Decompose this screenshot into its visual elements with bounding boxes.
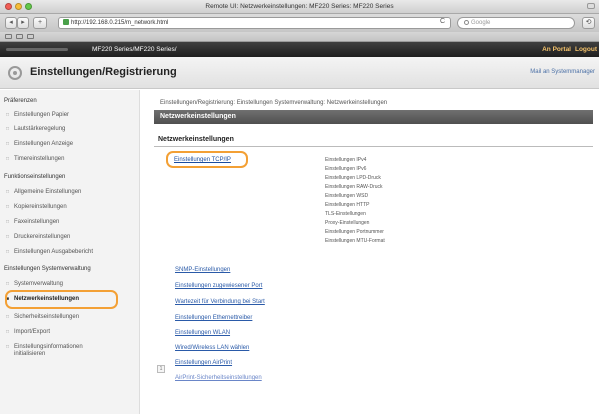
- search-placeholder: Google: [471, 20, 491, 26]
- sidebar-item-papier[interactable]: Einstellungen Papier: [6, 112, 69, 118]
- top-sites-icon[interactable]: [27, 34, 34, 39]
- portal-link[interactable]: An Portal: [542, 42, 571, 57]
- tcp-subitem: TLS-Einstellungen: [325, 211, 366, 217]
- tcp-subitem: Einstellungen MTU-Format: [325, 238, 385, 244]
- site-favicon-icon: [63, 19, 69, 25]
- window-title: Remote UI: Netzwerkeinstellungen: MF220 …: [205, 3, 394, 10]
- mail-system-manager-link[interactable]: Mail an Systemmanager: [530, 69, 595, 75]
- tcp-subitem: Einstellungen RAW-Druck: [325, 184, 383, 190]
- airprint-settings-link[interactable]: Einstellungen AirPrint: [175, 360, 232, 366]
- tcp-subitem: Einstellungen Portnummer: [325, 229, 384, 235]
- tcp-subitem: Einstellungen IPv4: [325, 157, 367, 163]
- add-bookmark-button[interactable]: +: [33, 17, 47, 29]
- tcpip-settings-link[interactable]: Einstellungen TCP/IP: [174, 157, 231, 163]
- fullscreen-icon[interactable]: [587, 3, 595, 9]
- page-title: Einstellungen/Registrierung: [30, 66, 177, 78]
- reader-button[interactable]: ⟲: [582, 17, 595, 29]
- bookmarks-bar: [0, 32, 599, 42]
- search-icon: [464, 20, 469, 25]
- ethernet-driver-link[interactable]: Einstellungen Ethernettreiber: [175, 315, 252, 321]
- back-button[interactable]: ◂: [5, 17, 17, 29]
- wired-wireless-link[interactable]: Wired/Wireless LAN wählen: [175, 345, 249, 351]
- breadcrumb: Einstellungen/Registrierung: Einstellung…: [160, 100, 388, 106]
- main-content: Einstellungen/Registrierung: Einstellung…: [148, 90, 593, 414]
- sidebar: Präferenzen Einstellungen Papier Lautstä…: [0, 90, 140, 414]
- sidebar-item-drucker[interactable]: Druckereinstellungen: [6, 234, 70, 240]
- sidebar-item-fax[interactable]: Faxeinstellungen: [6, 219, 59, 225]
- page-button[interactable]: 1: [157, 365, 165, 373]
- sidebar-item-lautstaerke[interactable]: Lautstärkeregelung: [6, 126, 65, 132]
- tcp-subitem: Einstellungen LPD-Druck: [325, 175, 381, 181]
- reading-list-icon[interactable]: [5, 34, 12, 39]
- search-field[interactable]: Google: [457, 17, 575, 29]
- reload-icon[interactable]: C: [440, 18, 445, 25]
- tcp-subitem: Einstellungen IPv6: [325, 166, 367, 172]
- section-title: Netzwerkeinstellungen: [154, 136, 593, 147]
- device-name: MF220 Series/MF220 Series/: [92, 46, 177, 53]
- sidebar-section-systemverwaltung[interactable]: Einstellungen Systemverwaltung: [4, 266, 91, 272]
- app-header: MF220 Series/MF220 Series/ An Portal Log…: [0, 42, 599, 57]
- sidebar-item-initialisieren[interactable]: Einstellungsinformationen initialisieren: [6, 344, 109, 358]
- tcp-subitem: Einstellungen HTTP: [325, 202, 370, 208]
- sidebar-item-systemverwaltung[interactable]: Systemverwaltung: [6, 281, 63, 287]
- window-titlebar: Remote UI: Netzwerkeinstellungen: MF220 …: [0, 0, 599, 14]
- zoom-window-button[interactable]: [25, 3, 32, 10]
- startup-wait-link[interactable]: Wartezeit für Verbindung bei Start: [175, 299, 265, 305]
- tcp-subitem: Einstellungen WSD: [325, 193, 369, 199]
- gear-icon: [8, 66, 22, 80]
- close-window-button[interactable]: [5, 3, 12, 10]
- tcp-subitem: Proxy-Einstellungen: [325, 220, 370, 226]
- sidebar-item-kopieren[interactable]: Kopiereinstellungen: [6, 204, 67, 210]
- minimize-window-button[interactable]: [15, 3, 22, 10]
- address-bar-url: http://192.168.0.215/m_network.html: [71, 20, 169, 26]
- sidebar-item-anzeige[interactable]: Einstellungen Anzeige: [6, 141, 73, 147]
- snmp-settings-link[interactable]: SNMP-Einstellungen: [175, 267, 230, 273]
- sidebar-item-import-export[interactable]: Import/Export: [6, 329, 50, 335]
- page-heading: Einstellungen/Registrierung Mail an Syst…: [0, 57, 599, 89]
- panel-title: Netzwerkeinstellungen: [154, 110, 593, 124]
- forward-button[interactable]: ▸: [17, 17, 29, 29]
- bookmarks-icon[interactable]: [16, 34, 23, 39]
- sidebar-item-timer[interactable]: Timereinstellungen: [6, 156, 65, 162]
- wlan-settings-link[interactable]: Einstellungen WLAN: [175, 330, 230, 336]
- browser-toolbar: ◂ ▸ + http://192.168.0.215/m_network.htm…: [0, 14, 599, 32]
- logout-link[interactable]: Logout: [575, 42, 597, 57]
- dedicated-port-link[interactable]: Einstellungen zugewiesener Port: [175, 283, 262, 289]
- airprint-security-link[interactable]: AirPrint-Sicherheitseinstellungen: [175, 375, 262, 381]
- sidebar-section-funktionen[interactable]: Funktionseinstellungen: [4, 174, 65, 180]
- address-bar[interactable]: http://192.168.0.215/m_network.html: [58, 17, 451, 29]
- sidebar-item-sicherheit[interactable]: Sicherheitseinstellungen: [6, 314, 79, 320]
- sidebar-section-praeferenzen[interactable]: Präferenzen: [4, 98, 37, 104]
- brand-logo: [6, 48, 68, 51]
- sidebar-item-ausgabebericht[interactable]: Einstellungen Ausgabebericht: [6, 249, 93, 255]
- highlight-ring: [5, 290, 118, 309]
- sidebar-item-allgemein[interactable]: Allgemeine Einstellungen: [6, 189, 81, 195]
